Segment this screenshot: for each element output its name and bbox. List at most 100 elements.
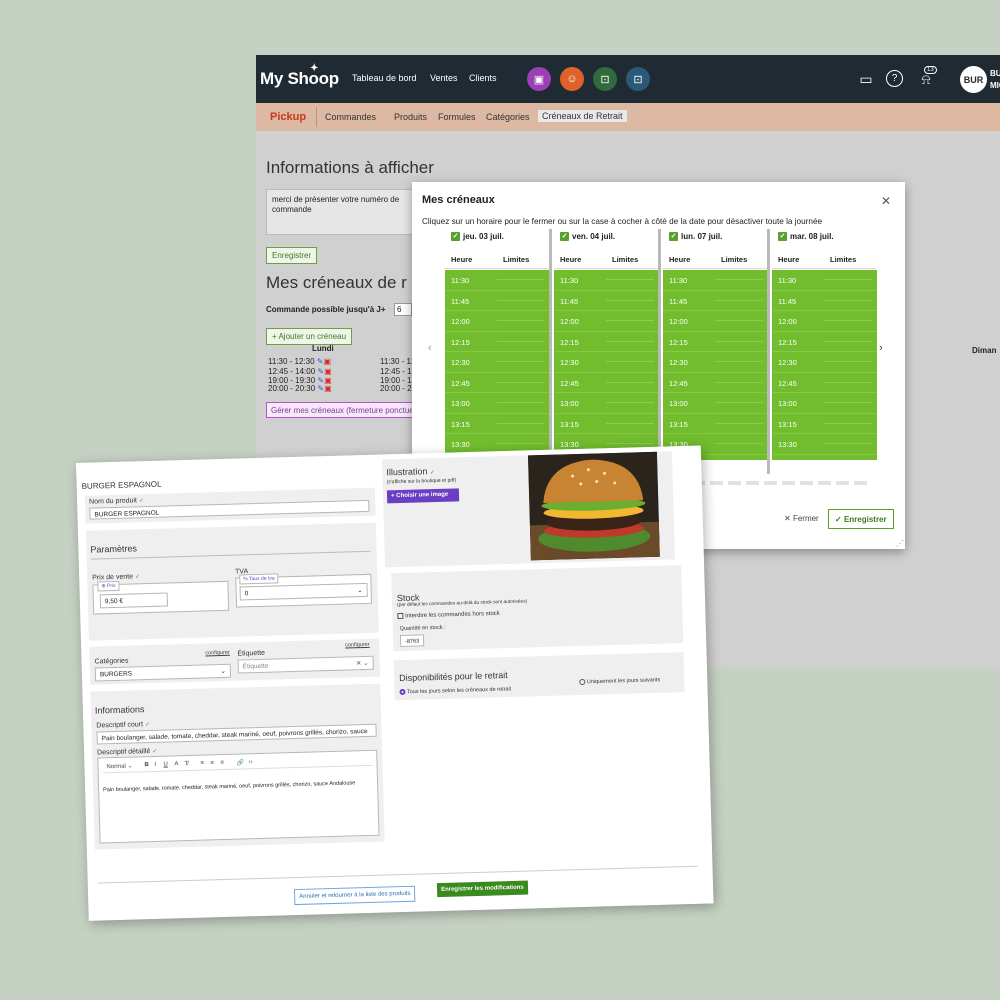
save-message-button[interactable]: Enregistrer: [266, 247, 318, 264]
limit-field[interactable]: [606, 340, 654, 342]
time-slot[interactable]: 12:15: [554, 332, 659, 352]
limit-field[interactable]: [824, 320, 872, 321]
limit-field[interactable]: [497, 320, 545, 321]
format-select[interactable]: Normal ⌄: [106, 763, 132, 771]
limit-field[interactable]: [497, 279, 545, 280]
time-slot[interactable]: 13:15: [663, 414, 768, 434]
time-slot[interactable]: 11:30: [445, 270, 550, 291]
day-toggle[interactable]: ✓ mar. 08 juil.: [778, 232, 834, 241]
time-slot[interactable]: 11:30: [663, 270, 768, 291]
qty-input[interactable]: -8763: [399, 634, 425, 648]
limit-field[interactable]: [606, 443, 654, 444]
time-slot[interactable]: 13:30: [772, 434, 877, 455]
monitor-icon[interactable]: ▭: [856, 69, 876, 89]
categories-config-link[interactable]: configurer: [205, 650, 230, 657]
trash-icon[interactable]: ▣: [324, 367, 332, 376]
pencil-icon[interactable]: ✎: [317, 357, 324, 366]
time-slot[interactable]: 13:15: [445, 414, 550, 434]
time-slot[interactable]: 11:45: [554, 291, 659, 311]
time-slot[interactable]: 12:30: [663, 352, 768, 373]
limit-field[interactable]: [715, 340, 763, 342]
chevron-left-icon[interactable]: ‹: [428, 342, 432, 354]
time-slot[interactable]: 12:00: [554, 311, 659, 332]
bold-icon[interactable]: B: [144, 762, 149, 768]
underline-icon[interactable]: U: [163, 762, 168, 768]
pickup-brand[interactable]: Pickup: [270, 111, 306, 123]
tab-products[interactable]: Produits: [394, 112, 427, 122]
clear-format-icon[interactable]: T̸: [184, 761, 188, 767]
checkbox-icon[interactable]: ✓: [778, 232, 787, 241]
list-ordered-icon[interactable]: ≡: [200, 761, 204, 767]
time-slot[interactable]: 12:00: [772, 311, 877, 332]
time-slot[interactable]: 12:45: [772, 373, 877, 393]
save-button[interactable]: ✓ Enregistrer: [828, 509, 894, 529]
limit-field[interactable]: [715, 402, 763, 403]
limit-field[interactable]: [606, 402, 654, 403]
time-slot[interactable]: 12:30: [554, 352, 659, 373]
time-slot[interactable]: 12:15: [663, 332, 768, 352]
avatar[interactable]: BUR: [960, 66, 987, 93]
limit-field[interactable]: [715, 381, 763, 383]
forbid-checkbox[interactable]: Interdire les commandes hors stock: [397, 610, 500, 619]
code-icon[interactable]: ‹›: [248, 759, 252, 765]
nav-sales[interactable]: Ventes: [430, 73, 458, 83]
limit-field[interactable]: [715, 279, 763, 280]
nav-dashboard[interactable]: Tableau de bord: [352, 73, 417, 83]
limit-field[interactable]: [497, 402, 545, 403]
italic-icon[interactable]: I: [154, 762, 156, 768]
time-slot[interactable]: 13:15: [554, 414, 659, 434]
time-slot[interactable]: 13:00: [663, 393, 768, 414]
limit-field[interactable]: [606, 422, 654, 424]
limit-field[interactable]: [497, 299, 545, 301]
time-slot[interactable]: 13:00: [445, 393, 550, 414]
trash-icon[interactable]: ▣: [324, 357, 332, 366]
limit-field[interactable]: [824, 299, 872, 301]
limit-field[interactable]: [824, 381, 872, 383]
chevron-right-icon[interactable]: ›: [879, 342, 883, 354]
message-textarea[interactable]: merci de présenter votre numéro de comma…: [266, 189, 416, 235]
help-icon[interactable]: ?: [886, 70, 903, 87]
time-slot[interactable]: 13:15: [772, 414, 877, 434]
limit-field[interactable]: [497, 381, 545, 383]
limit-field[interactable]: [824, 340, 872, 342]
cancel-button[interactable]: Annuler et retourner à la liste des prod…: [293, 885, 416, 906]
add-slot-button[interactable]: + Ajouter un créneau: [266, 328, 353, 345]
limit-field[interactable]: [824, 402, 872, 403]
limit-field[interactable]: [497, 361, 545, 362]
rich-text-editor[interactable]: Normal ⌄ B I U A T̸ ≡ ≡ ≡ 🔗 ‹› Pain boul…: [97, 749, 380, 844]
lock-icon[interactable]: ⊡: [593, 67, 617, 91]
limit-field[interactable]: [497, 443, 545, 444]
limit-field[interactable]: [715, 361, 763, 362]
time-slot[interactable]: 12:30: [445, 352, 550, 373]
day-toggle[interactable]: ✓ jeu. 03 juil.: [451, 232, 504, 241]
choose-image-button[interactable]: + Choisir une image: [386, 488, 460, 504]
manage-slots-button[interactable]: Gérer mes créneaux (fermeture ponctue: [266, 402, 416, 418]
scrollbar[interactable]: [767, 229, 770, 474]
user-star-icon[interactable]: ☺: [560, 67, 584, 91]
price-input[interactable]: 9,50 €: [99, 592, 169, 609]
time-slot[interactable]: 11:30: [554, 270, 659, 291]
limit-field[interactable]: [606, 381, 654, 383]
tab-formulas[interactable]: Formules: [438, 112, 476, 122]
time-slot[interactable]: 11:45: [772, 291, 877, 311]
limit-field[interactable]: [715, 299, 763, 301]
time-slot[interactable]: 12:45: [663, 373, 768, 393]
tag-select[interactable]: Étiquette ✕ ⌄: [237, 655, 374, 674]
time-slot[interactable]: 12:30: [772, 352, 877, 373]
time-slot[interactable]: 13:00: [554, 393, 659, 414]
checkbox-icon[interactable]: ✓: [669, 232, 678, 241]
limit-field[interactable]: [715, 443, 763, 444]
tab-orders[interactable]: Commandes: [325, 112, 376, 122]
scrollbar[interactable]: [658, 229, 661, 474]
tag-config-link[interactable]: configurer: [345, 642, 370, 649]
limit-field[interactable]: [824, 279, 872, 280]
trash-icon[interactable]: ▣: [324, 384, 332, 393]
time-slot[interactable]: 11:45: [663, 291, 768, 311]
tab-pickup-slots[interactable]: Créneaux de Retrait: [538, 110, 627, 122]
limit-field[interactable]: [497, 422, 545, 424]
option-next-days[interactable]: Uniquement les jours suivants: [579, 677, 660, 686]
lock-icon[interactable]: ⊡: [626, 67, 650, 91]
scrollbar[interactable]: [549, 229, 552, 474]
order-limit-input[interactable]: 6: [394, 303, 412, 316]
time-slot[interactable]: 12:15: [772, 332, 877, 352]
